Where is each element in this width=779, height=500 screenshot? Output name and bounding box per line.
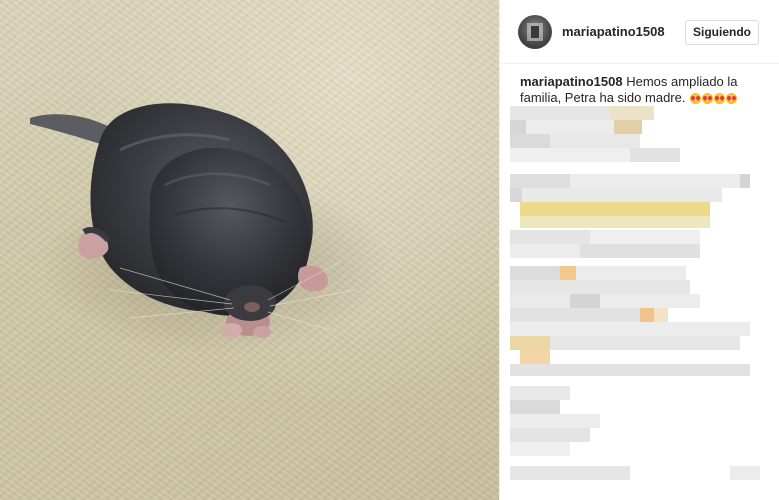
pixelated-comment-block (510, 428, 590, 442)
pixelated-comment-block (510, 230, 590, 244)
pixelated-comment-block (510, 400, 560, 414)
pixelated-comment-block (510, 280, 690, 294)
pixelated-comment-block (730, 466, 760, 480)
pixelated-comment-block (550, 134, 640, 148)
following-button[interactable]: Siguiendo (685, 20, 759, 45)
post-sidebar: mariapatino1508 Siguiendo mariapatino150… (500, 0, 779, 500)
author-username[interactable]: mariapatino1508 (562, 24, 665, 39)
pixelated-comments-area (500, 104, 779, 500)
pixelated-comment-block (510, 174, 570, 188)
pixelated-comment-block (510, 414, 600, 428)
pixelated-comment-block (510, 386, 570, 400)
pixelated-comment-block (630, 148, 680, 162)
post-photo[interactable] (0, 0, 499, 500)
pixelated-comment-block (510, 336, 550, 350)
pixelated-comment-block (510, 322, 750, 336)
pixelated-comment-block (510, 308, 640, 322)
pixelated-comment-block (526, 120, 614, 134)
heart-eyes-emoji-icon (714, 93, 726, 104)
pixelated-comment-block (590, 230, 700, 244)
pixelated-comment-block (522, 188, 722, 202)
caption-username[interactable]: mariapatino1508 (520, 74, 623, 89)
pixelated-comment-block (510, 442, 570, 456)
pixelated-comment-block (510, 364, 750, 376)
pixelated-comment-block (510, 244, 580, 258)
pixelated-comment-block (510, 120, 526, 134)
pixelated-comment-block (510, 148, 630, 162)
pixelated-comment-block (550, 336, 740, 350)
pixelated-comment-block (510, 266, 560, 280)
pixelated-comment-block (510, 134, 550, 148)
pixelated-comment-block (510, 466, 630, 480)
chinchilla-illustration (30, 103, 390, 355)
pixelated-comment-block (654, 308, 668, 322)
pixelated-comment-block (520, 350, 550, 364)
post-header: mariapatino1508 Siguiendo (500, 0, 779, 64)
heart-eyes-emoji-icon (726, 93, 738, 104)
pixelated-comment-block (520, 202, 710, 216)
pixelated-comment-block (600, 294, 700, 308)
pixelated-comment-block (576, 266, 686, 280)
pixelated-comment-block (570, 294, 600, 308)
pixelated-comment-block (740, 174, 750, 188)
pixelated-comment-block (510, 106, 610, 120)
pixelated-comment-block (640, 308, 654, 322)
pixelated-comment-block (580, 244, 700, 258)
pixelated-comment-block (510, 188, 522, 202)
pixelated-comment-block (570, 174, 740, 188)
pixelated-comment-block (610, 106, 654, 120)
heart-eyes-emoji-icon (690, 93, 702, 104)
heart-eyes-emoji-icon (702, 93, 714, 104)
post-caption: mariapatino1508 Hemos ampliado la famili… (520, 74, 765, 108)
pixelated-comment-block (614, 120, 642, 134)
pixelated-comment-block (560, 266, 576, 280)
avatar[interactable] (518, 15, 552, 49)
pixelated-comment-block (520, 216, 710, 228)
pixelated-comment-block (510, 294, 570, 308)
